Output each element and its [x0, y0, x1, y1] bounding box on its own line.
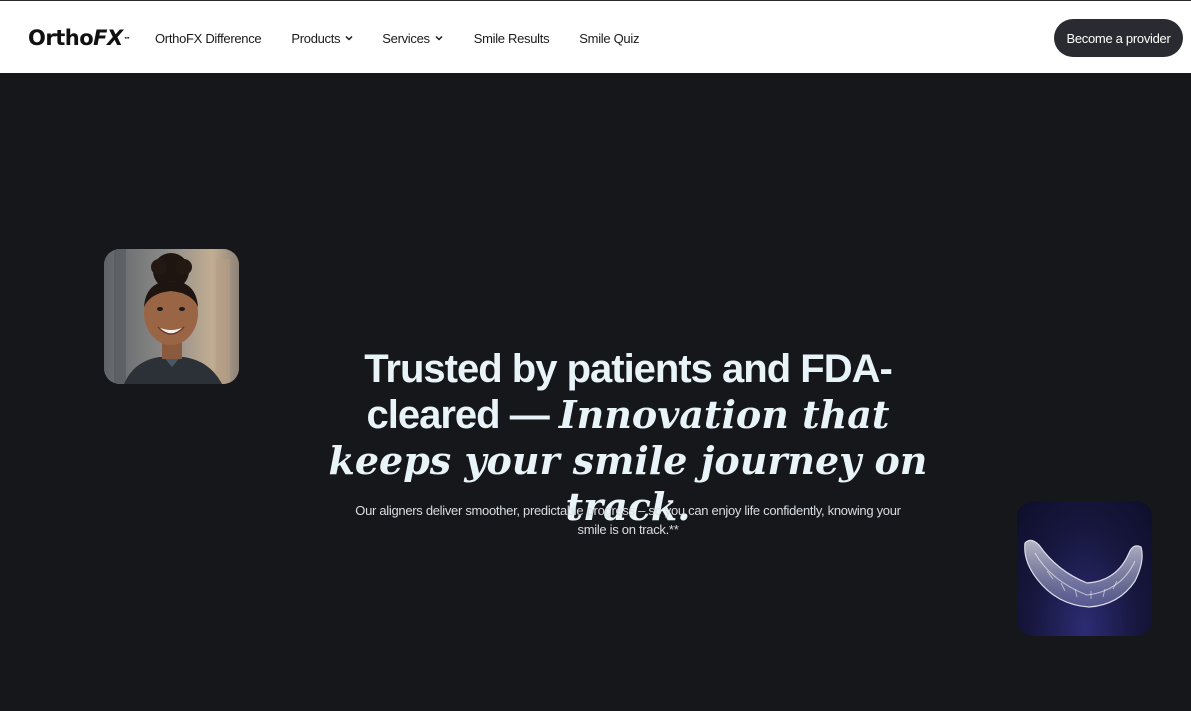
nav-item-label: Services: [382, 30, 430, 46]
nav-item-products[interactable]: Products: [291, 29, 354, 47]
nav-item-services[interactable]: Services: [382, 29, 443, 47]
main-nav: OrthoFX Difference Products Services Smi…: [155, 29, 639, 47]
nav-item-smile-quiz[interactable]: Smile Quiz: [579, 29, 639, 47]
nav-item-smile-results[interactable]: Smile Results: [474, 29, 550, 47]
smiling-woman-photo: [104, 249, 239, 384]
nav-item-label: Products: [291, 30, 341, 46]
site-header: OrthoFX™ OrthoFX Difference Products Ser…: [0, 0, 1191, 73]
nav-item-label: OrthoFX Difference: [155, 30, 262, 46]
clear-aligner-photo: [1017, 501, 1152, 636]
become-provider-button[interactable]: Become a provider: [1054, 19, 1183, 57]
nav-item-label: Smile Results: [473, 30, 550, 46]
nav-item-orthofx-difference[interactable]: OrthoFX Difference: [155, 29, 262, 47]
logo-trademark: ™: [123, 36, 131, 44]
chevron-down-icon: [344, 33, 354, 43]
nav-item-label: Smile Quiz: [579, 30, 640, 46]
orthofx-logo[interactable]: OrthoFX™: [28, 25, 131, 51]
logo-text-fx: FX: [93, 26, 123, 50]
hero-subtext: Our aligners deliver smoother, predictab…: [355, 503, 901, 537]
hero-section: Trusted by patients and FDA-cleared — In…: [0, 73, 1191, 711]
logo-text-ortho: Ortho: [28, 26, 94, 50]
chevron-down-icon: [434, 33, 444, 43]
